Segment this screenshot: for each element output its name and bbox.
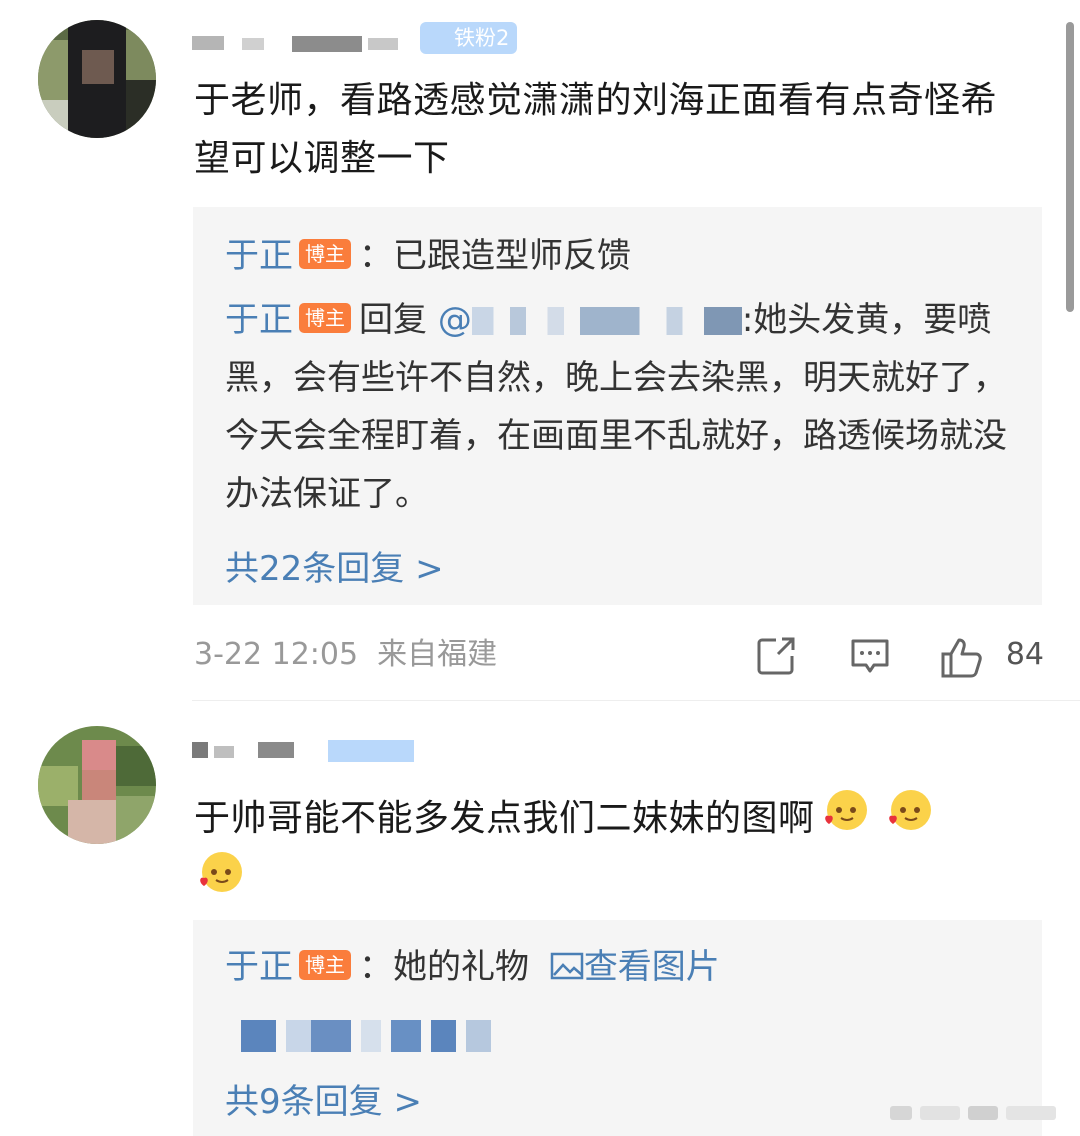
blogger-badge: 博主: [299, 239, 351, 269]
reply-box[interactable]: 于正 博主 ：已跟造型师反馈 于正 博主 回复 @:她头发黄，要喷黑，会有些许不自然，晚…: [193, 207, 1042, 605]
image-icon: [550, 952, 584, 980]
mention-username-blurred[interactable]: [471, 307, 742, 335]
blogger-badge: 博主: [299, 950, 351, 980]
reply-item[interactable]: 于正 博主 ：她的礼物 查看图片: [225, 938, 1015, 996]
heart-face-emoji: [200, 852, 242, 892]
comment-text: 于老师，看路透感觉潇潇的刘海正面看有点奇怪希望可以调整一下: [194, 80, 998, 179]
like-icon[interactable]: [939, 634, 985, 680]
fan-badge[interactable]: 铁粉2: [420, 22, 518, 54]
comment-meta: 3-22 12:05 来自福建 84: [194, 630, 1044, 680]
like-count: 84: [1005, 637, 1044, 672]
timestamp: 3-22 12:05 来自福建: [194, 637, 498, 672]
reply-author[interactable]: 于正: [225, 947, 293, 987]
home-indicator: [890, 1100, 1070, 1126]
avatar[interactable]: [38, 20, 156, 138]
blogger-badge: 博主: [299, 303, 351, 333]
reply-prefix: 回复: [359, 300, 427, 340]
reply-text: ：已跟造型师反馈: [359, 236, 631, 276]
reply-item[interactable]: 于正 博主 ：已跟造型师反馈: [225, 227, 1015, 285]
share-icon[interactable]: [754, 634, 798, 678]
reply-author[interactable]: 于正: [225, 300, 293, 340]
reply-author[interactable]: 于正: [225, 236, 293, 276]
more-replies-link[interactable]: 共9条回复 >: [225, 1074, 422, 1123]
avatar[interactable]: [38, 726, 156, 844]
scrollbar[interactable]: [1066, 22, 1074, 312]
comment-item: 于帅哥能不能多发点我们二妹妹的图啊 于正 博主 ：她的礼物 查看图片 共9条回复 >: [0, 700, 1080, 1136]
username[interactable]: [192, 740, 452, 774]
mention-link[interactable]: @: [438, 300, 472, 340]
heart-face-emoji: [888, 790, 931, 830]
view-image-link[interactable]: 查看图片: [550, 947, 720, 987]
blurred-reply-line: [241, 1020, 491, 1052]
reply-item[interactable]: 于正 博主 回复 @:她头发黄，要喷黑，会有些许不自然，晚上会去染黑，明天就好了，今…: [225, 291, 1015, 523]
heart-face-emoji: [824, 790, 867, 830]
comment-item: 铁粉2 于老师，看路透感觉潇潇的刘海正面看有点奇怪希望可以调整一下 于正 博主 ：已…: [0, 0, 1080, 700]
more-replies-link[interactable]: 共22条回复 >: [225, 541, 444, 590]
comment-icon[interactable]: [848, 634, 892, 678]
comment-text: 于帅哥能不能多发点我们二妹妹的图啊: [194, 786, 1024, 910]
reply-text: ：她的礼物: [359, 947, 529, 987]
